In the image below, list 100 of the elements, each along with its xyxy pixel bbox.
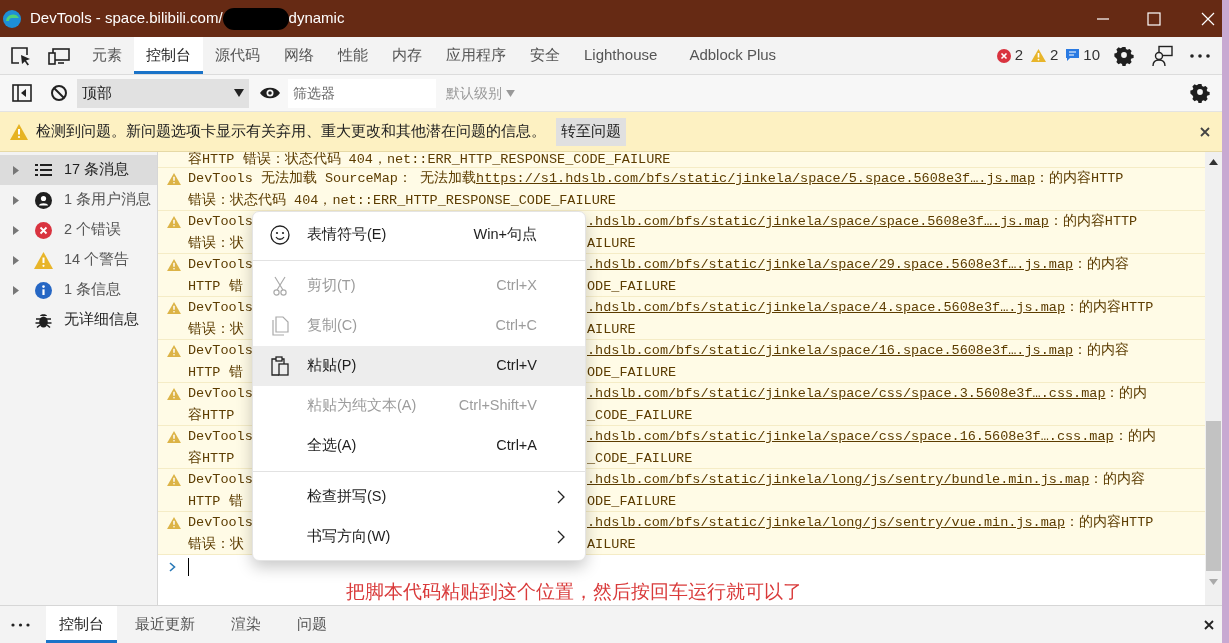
sidebar-toggle-icon[interactable] [12,84,32,102]
panel-tab[interactable]: Adblock Plus [677,37,789,74]
issue-count[interactable]: 2 [1049,44,1059,67]
menu-item[interactable]: 全选(A) Ctrl+A [253,426,585,466]
panel-tab[interactable]: Lighthouse [572,37,670,74]
browser-logo-icon [2,8,22,29]
drawer-tab[interactable]: 渲染 [213,606,279,643]
console-message: 容HTTP [188,449,236,468]
warning-icon [9,122,29,141]
clear-console-icon[interactable] [50,84,68,102]
expand-arrow-icon[interactable] [13,285,19,295]
panel-tab[interactable]: 网络 [272,37,326,74]
console-message: DevTools [188,471,254,489]
source-map-link[interactable]: .hdslb.com/bfs/static/jinkela/space/29.space.5608e3f….js.map [587,254,1074,276]
sidebar-item[interactable]: 无详细信息 [0,305,157,335]
settings-icon[interactable] [1114,45,1134,66]
sidebar-item[interactable]: 1 条信息 [0,275,157,305]
scrollbar-thumb[interactable] [1206,421,1221,571]
panel-tab[interactable]: 性能 [326,37,380,74]
more-tools-icon[interactable] [11,622,30,627]
close-icon[interactable] [1204,619,1214,630]
feedback-icon[interactable] [1152,44,1174,67]
panel-tab[interactable]: 控制台 [134,37,203,74]
panel-tab[interactable]: 安全 [518,37,572,74]
error-icon [34,221,52,239]
console-message: 容HTTP 错误：状态代码 404，net::ERR_HTTP_RESPONSE_CODE_FAILURE [188,152,671,167]
info-icon [34,281,52,299]
sidebar-item[interactable]: 1 条用户消息 [0,185,157,215]
sidebar-item[interactable]: 17 条消息 [0,155,157,185]
source-map-link[interactable]: .hdslb.com/bfs/static/jinkela/space/16.space.5608e3f….js.map [587,340,1074,362]
issue-count[interactable]: 10 [1083,44,1100,67]
source-map-link[interactable]: .hdslb.com/bfs/static/jinkela/space/4.space.5608e3f….js.map [587,297,1065,319]
context-dropdown[interactable]: 顶部 [77,78,249,108]
expand-arrow-icon[interactable] [13,165,19,175]
expand-arrow-icon[interactable] [13,195,19,205]
scissors-icon [273,276,287,296]
warning-icon [167,345,181,357]
warning-icon [167,474,181,486]
expand-arrow-icon[interactable] [13,255,19,265]
issue-count[interactable]: 2 [1014,44,1023,67]
menu-item[interactable]: 表情符号(E) Win+句点 [253,215,585,255]
console-message: ODE_FAILURE [587,492,677,511]
panel-tab[interactable]: 内存 [380,37,434,74]
drawer-tab[interactable]: 最近更新 [117,606,213,643]
warning-icon [33,251,53,269]
console-message: AILURE [587,234,636,253]
console-message: DevTools [188,299,254,317]
filter-field[interactable]: 筛选器 [288,78,436,108]
window-title: dynamic [288,8,345,29]
eye-icon[interactable] [259,86,281,100]
scrollbar[interactable] [1205,152,1222,605]
panel-tab[interactable]: 源代码 [203,37,272,74]
drawer-tab[interactable]: 控制台 [46,606,117,643]
console-message: ：的内容 [1073,341,1130,360]
device-toolbar-icon[interactable] [48,46,70,65]
source-map-link[interactable]: .hdslb.com/bfs/static/jinkela/long/js/sentry/bundle.min.js.map [587,469,1090,491]
console-message: DevTools [188,342,254,360]
scroll-up-icon[interactable] [1209,159,1218,165]
console-message: ：的内容 [1073,255,1130,274]
inspect-element-icon[interactable] [10,45,32,66]
warning-icon [167,431,181,443]
error-icon [996,48,1011,63]
console-message: DevTools [188,213,254,231]
menu-item[interactable]: 检查拼写(S) [253,477,585,517]
close-icon[interactable] [1200,126,1210,137]
list-icon [34,164,52,176]
menu-item[interactable]: 粘贴(P) Ctrl+V [253,346,585,386]
menu-item[interactable]: 书写方向(W) [253,517,585,557]
source-map-link[interactable]: https://s1.hdslb.com/bfs/static/jinkela/space/5.space.5608e3f….js.map [476,168,1036,190]
warning-icon [167,216,181,228]
console-message: ：的内容HTTP [1065,298,1154,317]
drawer-tab[interactable]: 问题 [279,606,345,643]
go-to-issues-button[interactable]: 转至问题 [556,117,626,146]
expand-arrow-icon[interactable] [13,225,19,235]
smiley-icon [270,225,290,245]
source-map-link[interactable]: .hdslb.com/bfs/static/jinkela/long/js/sentry/vue.min.js.map [587,512,1065,534]
warning-icon [1030,49,1046,62]
warning-icon [167,259,181,271]
source-map-link[interactable]: .hdslb.com/bfs/static/jinkela/space/css/space.16.5608e3f….css.map [587,426,1114,448]
panel-tab[interactable]: 应用程序 [434,37,518,74]
panel-tab[interactable]: 元素 [80,37,134,74]
console-message: _CODE_FAILURE [587,449,693,468]
console-message: 错误：状 [188,234,245,253]
console-message: DevTools [188,256,254,274]
more-options-icon[interactable] [1190,53,1210,58]
source-map-link[interactable]: .hdslb.com/bfs/static/jinkela/space/css/space.3.5608e3f….css.map [587,383,1106,405]
text-cursor [188,558,189,576]
warning-icon [167,517,181,529]
sidebar-item[interactable]: 14 个警告 [0,245,157,275]
sidebar-item[interactable]: 2 个错误 [0,215,157,245]
console-message: DevTools 无法加载 SourceMap： 无法加载 [188,169,477,188]
user-icon [34,191,52,209]
console-message: HTTP 错 [188,363,244,382]
console-message: 错误：状态代码 404，net::ERR_HTTP_RESPONSE_CODE_FAILURE [188,191,617,210]
dropdown-arrow-icon [234,89,244,97]
maximize-icon[interactable] [1147,11,1161,26]
console-message: ：的内容HTTP [1035,169,1124,188]
source-map-link[interactable]: .hdslb.com/bfs/static/jinkela/space/space.5608e3f….js.map [587,211,1049,233]
console-message: HTTP 错 [188,492,244,511]
console-message: 容HTTP [188,406,236,425]
